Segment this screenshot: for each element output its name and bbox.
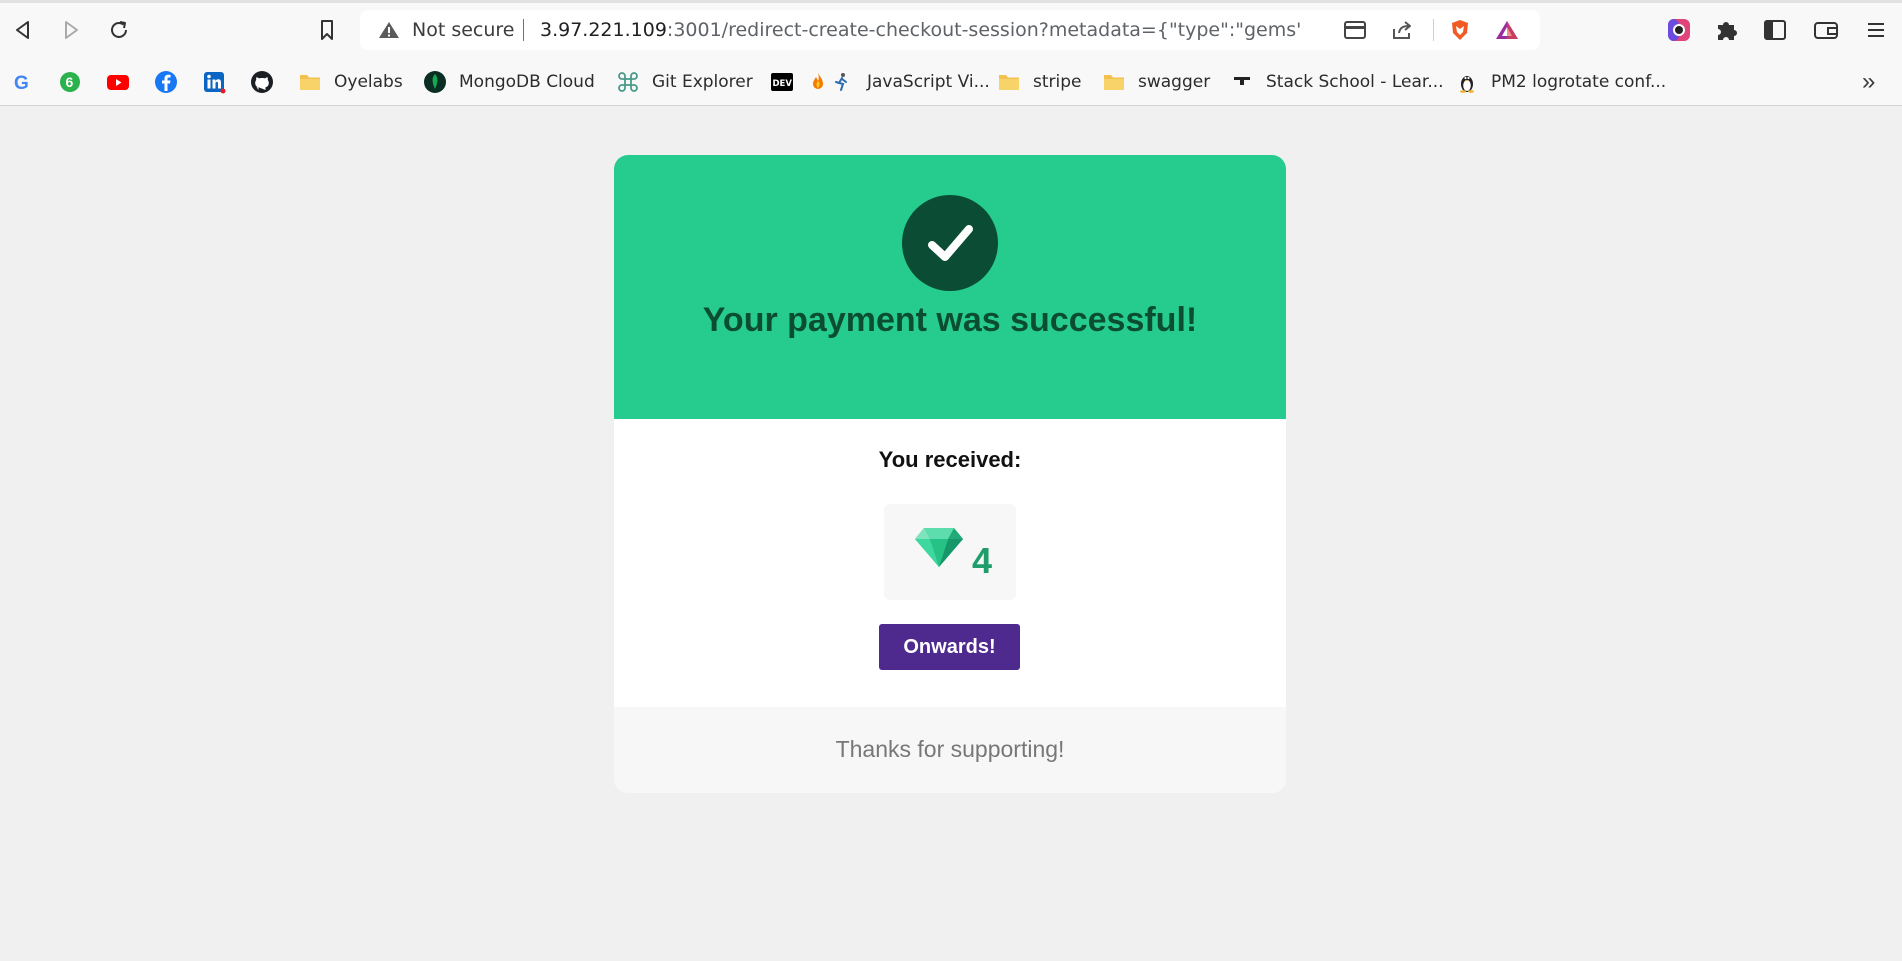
bookmark-icon: [321, 20, 333, 40]
wallet-button[interactable]: [1812, 16, 1840, 44]
bookmark-github[interactable]: [250, 67, 274, 97]
url-text[interactable]: 3.97.221.109:3001/redirect-create-checko…: [540, 19, 1300, 41]
url-path: :3001/redirect-create-checkout-session?m…: [666, 19, 1300, 41]
forward-button[interactable]: [53, 12, 89, 48]
received-label: You received:: [878, 447, 1022, 472]
youtube-icon: [106, 70, 130, 94]
dev-icon: DEV: [770, 70, 794, 94]
payment-success-card: Your payment was successful! You receive…: [614, 155, 1286, 793]
bookmark-page-button[interactable]: [309, 12, 345, 48]
bookmark-google[interactable]: G: [10, 67, 34, 97]
omnibox-divider-2: [1433, 19, 1434, 41]
bookmark-label: stripe: [1033, 72, 1082, 92]
bookmark-six[interactable]: 6: [58, 67, 82, 97]
extensions-button[interactable]: [1713, 16, 1741, 44]
brave-shield-icon[interactable]: [1448, 19, 1472, 41]
reload-icon: [111, 21, 127, 38]
browser-toolbar: Not secure 3.97.221.109:3001/redirect-cr…: [0, 0, 1902, 58]
bookmark-stack-school[interactable]: Stack School - Lear...: [1230, 67, 1444, 97]
folder-icon: [298, 70, 322, 94]
menu-icon: [1868, 23, 1884, 37]
card-footer: Thanks for supporting!: [614, 707, 1286, 793]
bookmark-label: MongoDB Cloud: [459, 72, 595, 92]
back-icon: [16, 21, 29, 39]
fire-runner-icon: [807, 70, 855, 94]
bookmarks-overflow-button[interactable]: »: [1862, 68, 1875, 96]
bookmark-dev[interactable]: DEV: [770, 67, 794, 97]
bookmark-label: swagger: [1138, 72, 1211, 92]
reader-icon[interactable]: [1343, 19, 1367, 41]
google-icon: G: [10, 70, 34, 94]
command-icon: [616, 70, 640, 94]
bookmark-folder-oyelabs[interactable]: Oyelabs: [298, 67, 403, 97]
extension-color-button[interactable]: [1665, 16, 1693, 44]
success-header: Your payment was successful!: [614, 155, 1286, 419]
facebook-icon: [154, 70, 178, 94]
bookmark-label: JavaScript Vi...: [867, 72, 990, 92]
bookmark-folder-stripe[interactable]: stripe: [997, 67, 1082, 97]
checkmark-icon: [928, 225, 973, 261]
stack-school-icon: [1230, 70, 1254, 94]
back-button[interactable]: [5, 12, 41, 48]
wallet-icon: [1814, 22, 1838, 39]
bookmark-folder-swagger[interactable]: swagger: [1102, 67, 1210, 97]
bookmark-label: Git Explorer: [652, 72, 753, 92]
tab-strip-edge: [0, 0, 1902, 3]
reward-box: 4: [884, 504, 1016, 600]
security-label[interactable]: Not secure: [412, 19, 515, 41]
github-icon: [250, 70, 274, 94]
sidebar-icon: [1764, 20, 1786, 40]
bookmark-label: PM2 logrotate conf...: [1491, 72, 1667, 92]
bookmark-pm2[interactable]: PM2 logrotate conf...: [1455, 67, 1666, 97]
url-host: 3.97.221.109: [540, 19, 667, 41]
bookmark-mongodb[interactable]: MongoDB Cloud: [423, 67, 595, 97]
linux-icon: [1455, 70, 1479, 94]
bookmark-facebook[interactable]: [154, 67, 178, 97]
share-icon[interactable]: [1390, 19, 1414, 41]
linkedin-icon: [202, 70, 226, 94]
svg-text:DEV: DEV: [773, 79, 793, 89]
menu-button[interactable]: [1862, 16, 1890, 44]
onwards-button[interactable]: Onwards!: [879, 624, 1020, 670]
bookmark-git-explorer[interactable]: Git Explorer: [616, 67, 753, 97]
six-icon: 6: [58, 70, 82, 94]
bookmark-label: Stack School - Lear...: [1266, 72, 1444, 92]
bookmark-javascript-vi[interactable]: JavaScript Vi...: [807, 67, 990, 97]
mongodb-icon: [423, 70, 447, 94]
success-title: Your payment was successful!: [702, 301, 1198, 339]
folder-icon: [997, 70, 1021, 94]
bookmark-youtube[interactable]: [106, 67, 130, 97]
svg-text:G: G: [14, 73, 29, 94]
folder-icon: [1102, 70, 1126, 94]
bookmark-label: Oyelabs: [334, 72, 403, 92]
extensions-puzzle-icon: [1718, 22, 1737, 40]
svg-text:6: 6: [66, 74, 74, 90]
address-bar[interactable]: Not secure 3.97.221.109:3001/redirect-cr…: [360, 10, 1540, 50]
omnibox-divider: [523, 19, 524, 41]
bookmarks-bar: G 6 Oyelabs MongoDB Cloud Git Explorer D…: [0, 58, 1902, 106]
forward-icon: [65, 21, 78, 39]
extension-color-icon: [1668, 19, 1690, 41]
check-badge: [902, 195, 998, 291]
gem-icon: [914, 526, 964, 568]
thanks-text: Thanks for supporting!: [835, 736, 1065, 762]
brave-rewards-icon[interactable]: [1495, 19, 1519, 41]
warning-icon[interactable]: [378, 20, 400, 40]
bookmark-linkedin[interactable]: [202, 67, 226, 97]
reload-button[interactable]: [101, 12, 137, 48]
gem-count: 4: [972, 540, 993, 581]
sidebar-button[interactable]: [1761, 16, 1789, 44]
